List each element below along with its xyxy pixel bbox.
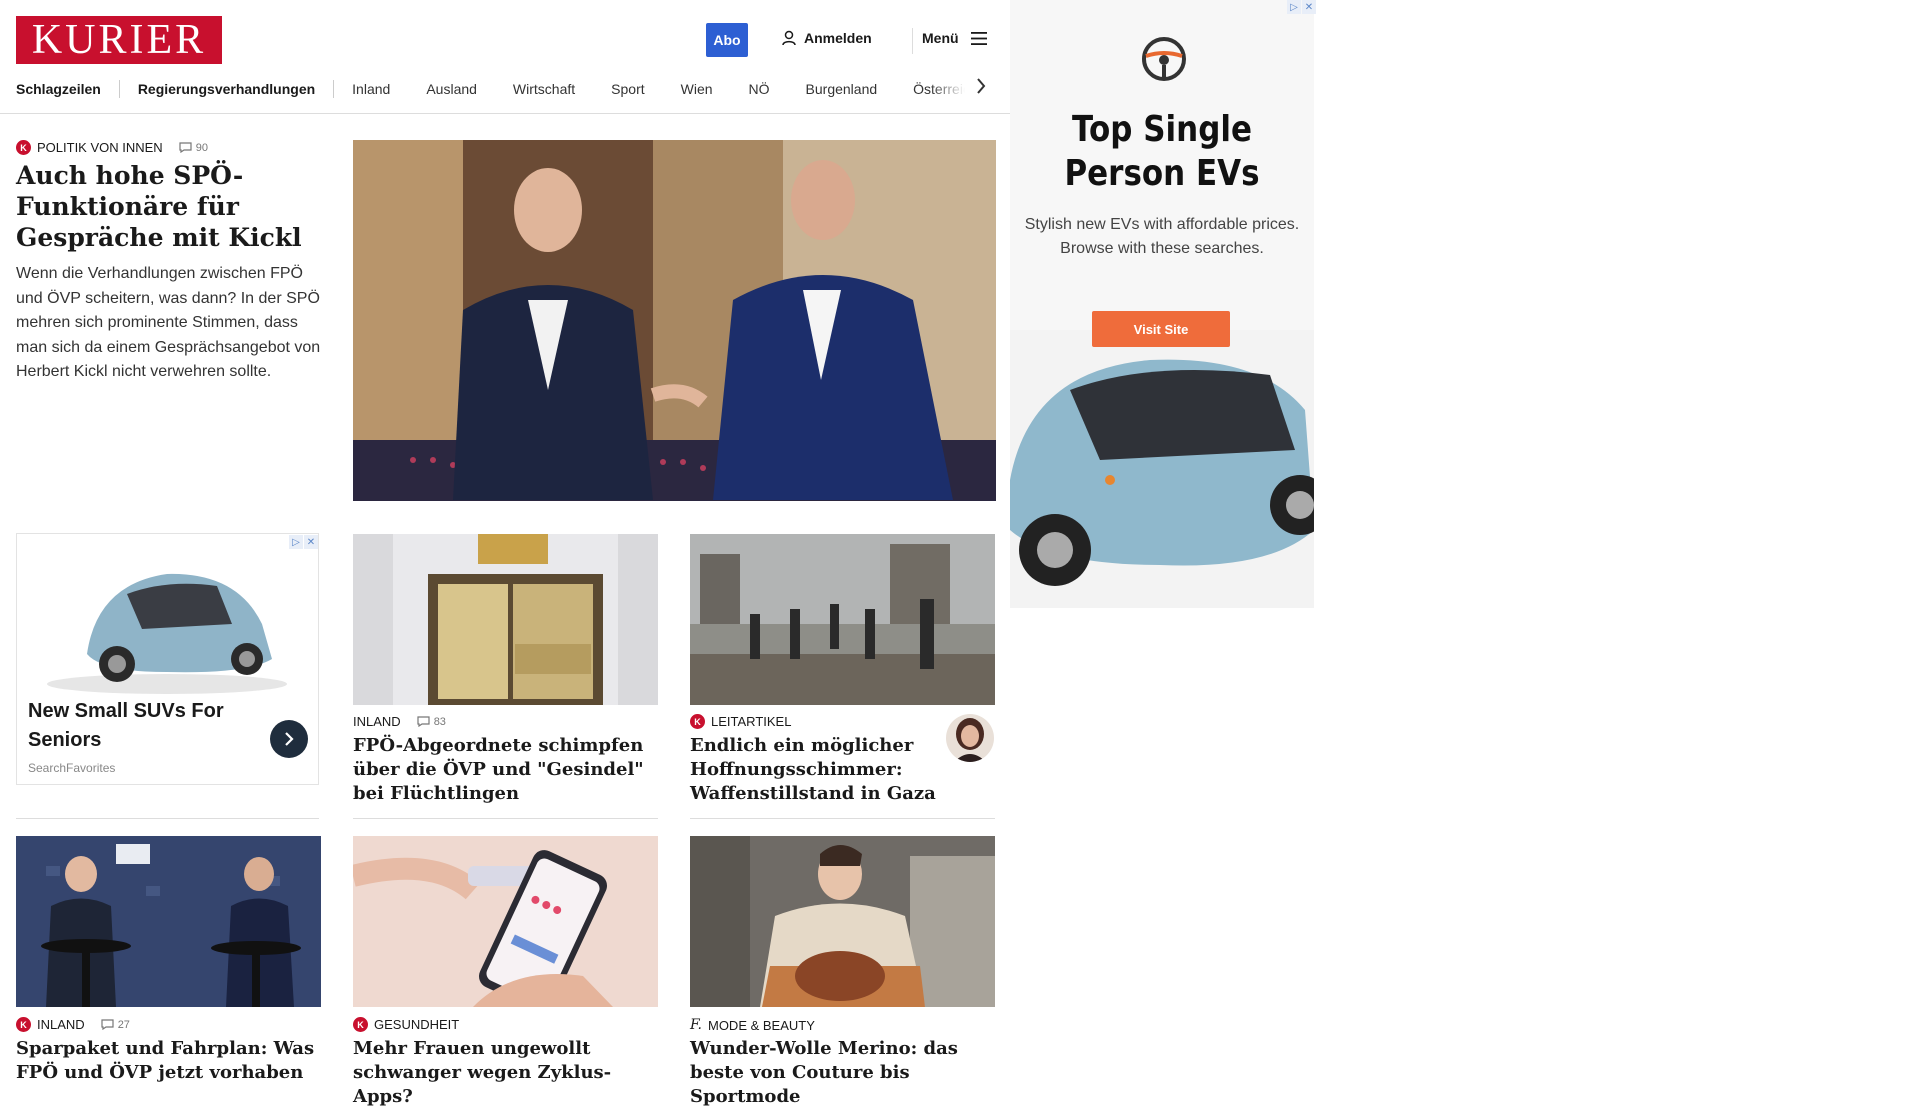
kurier-plus-icon: K xyxy=(353,1017,368,1032)
story-4-meta[interactable]: K GESUNDHEIT xyxy=(353,1017,459,1032)
kurier-logo[interactable]: KURIER xyxy=(16,16,222,64)
nav-divider xyxy=(333,80,335,98)
story-4-kicker: GESUNDHEIT xyxy=(374,1017,460,1032)
lead-teaser[interactable]: Wenn die Verhandlungen zwischen FPÖ und … xyxy=(16,262,322,385)
header-divider-line xyxy=(0,113,1010,114)
comment-count[interactable]: 90 xyxy=(179,142,208,154)
kurier-plus-icon: K xyxy=(16,140,31,155)
story-1-kicker: INLAND xyxy=(353,714,401,729)
comment-icon xyxy=(101,1019,114,1030)
menu-label: Menü xyxy=(922,30,959,46)
nav-item-regierungsverhandlungen[interactable]: Regierungsverhandlungen xyxy=(138,81,315,97)
fashion-f-icon: f. xyxy=(690,1017,702,1033)
nav-item-wirtschaft[interactable]: Wirtschaft xyxy=(513,81,575,97)
story-2-meta[interactable]: K LEITARTIKEL xyxy=(690,714,791,729)
story-image-parliament[interactable] xyxy=(353,534,658,705)
story-5-kicker: MODE & BEAUTY xyxy=(707,1017,815,1033)
nav-item-wien[interactable]: Wien xyxy=(681,81,713,97)
steering-wheel-logo-icon xyxy=(1141,36,1187,87)
story-image-gaza[interactable] xyxy=(690,534,995,705)
login-label: Anmelden xyxy=(804,30,872,46)
comment-count[interactable]: 27 xyxy=(101,1019,130,1031)
card-divider xyxy=(353,818,658,819)
ad-card-title[interactable]: New Small SUVs For Seniors xyxy=(28,697,238,755)
story-5-headline[interactable]: Wunder-Wolle Merino: das beste von Coutu… xyxy=(690,1037,995,1109)
side-ad-subtitle: Stylish new EVs with affordable prices. … xyxy=(1024,216,1300,257)
story-1-headline[interactable]: FPÖ-Abgeordnete schimpfen über die ÖVP u… xyxy=(353,734,658,806)
nav-fade xyxy=(930,74,980,104)
story-3-headline[interactable]: Sparpaket und Fahrplan: Was FPÖ und ÖVP … xyxy=(16,1037,321,1085)
ad-close-icon[interactable]: ✕ xyxy=(1302,0,1316,14)
lead-kicker[interactable]: K POLITIK VON INNEN 90 xyxy=(16,140,208,155)
story-1-meta[interactable]: INLAND 83 xyxy=(353,714,446,729)
nav-item-sport[interactable]: Sport xyxy=(611,81,644,97)
kurier-plus-icon: K xyxy=(16,1017,31,1032)
story-4-headline[interactable]: Mehr Frauen ungewollt schwanger wegen Zy… xyxy=(353,1037,658,1109)
story-image-cycle-app[interactable] xyxy=(353,836,658,1007)
side-ad-title[interactable]: Top Single Person EVs xyxy=(1031,108,1292,196)
card-divider xyxy=(690,818,995,819)
comment-count[interactable]: 83 xyxy=(417,716,446,728)
category-nav: Schlagzeilen Regierungsverhandlungen Inl… xyxy=(16,78,1014,100)
comment-icon xyxy=(417,716,430,727)
lead-headline[interactable]: Auch hohe SPÖ-Funktio­näre für Gespräche… xyxy=(16,160,316,253)
story-5-meta[interactable]: f. MODE & BEAUTY xyxy=(690,1017,815,1033)
nav-item-schlagzeilen[interactable]: Schlagzeilen xyxy=(16,81,101,97)
kurier-plus-icon: K xyxy=(690,714,705,729)
story-image-merino[interactable] xyxy=(690,836,995,1007)
nav-item-burgenland[interactable]: Burgenland xyxy=(806,81,878,97)
ad-card-source: SearchFavorites xyxy=(28,761,116,775)
user-icon xyxy=(782,30,796,46)
story-3-meta[interactable]: K INLAND 27 xyxy=(16,1017,130,1032)
side-ad-choices[interactable]: ▷ ✕ xyxy=(1286,0,1316,14)
menu-button[interactable]: Menü xyxy=(922,30,987,46)
ad-choices-icon: ▷ xyxy=(289,535,303,549)
login-button[interactable]: Anmelden xyxy=(782,30,872,46)
abo-button[interactable]: Abo xyxy=(706,23,748,57)
hamburger-icon xyxy=(970,31,987,45)
comment-count-value: 27 xyxy=(117,1018,130,1031)
comment-count-value: 90 xyxy=(195,141,208,154)
chevron-right-icon xyxy=(285,732,294,746)
author-avatar[interactable] xyxy=(946,714,994,762)
ad-close-icon[interactable]: ✕ xyxy=(304,535,318,549)
ad-card-arrow-button[interactable] xyxy=(270,720,308,758)
lead-kicker-label: POLITIK VON INNEN xyxy=(37,140,163,155)
ad-card-image[interactable] xyxy=(17,534,318,694)
nav-scroll-right-icon[interactable] xyxy=(976,78,986,99)
nav-divider xyxy=(118,80,120,98)
ad-choices[interactable]: ▷ ✕ xyxy=(288,535,318,549)
header-divider xyxy=(912,28,913,54)
ad-choices-icon: ▷ xyxy=(1287,0,1301,14)
nav-item-inland[interactable]: Inland xyxy=(352,81,390,97)
card-divider xyxy=(16,818,319,819)
story-image-press-conference[interactable] xyxy=(16,836,321,1007)
story-3-kicker: INLAND xyxy=(37,1017,85,1032)
nav-item-noe[interactable]: NÖ xyxy=(749,81,770,97)
nav-item-ausland[interactable]: Ausland xyxy=(426,81,477,97)
side-ad-image[interactable] xyxy=(1010,330,1314,608)
comment-count-value: 83 xyxy=(433,715,446,728)
lead-image[interactable] xyxy=(353,140,996,501)
story-2-kicker: LEITARTIKEL xyxy=(711,714,792,729)
story-2-headline[interactable]: Endlich ein möglicher Hoffnungsschimmer:… xyxy=(690,734,940,806)
visit-site-button[interactable]: Visit Site xyxy=(1092,311,1230,347)
comment-icon xyxy=(179,142,192,153)
